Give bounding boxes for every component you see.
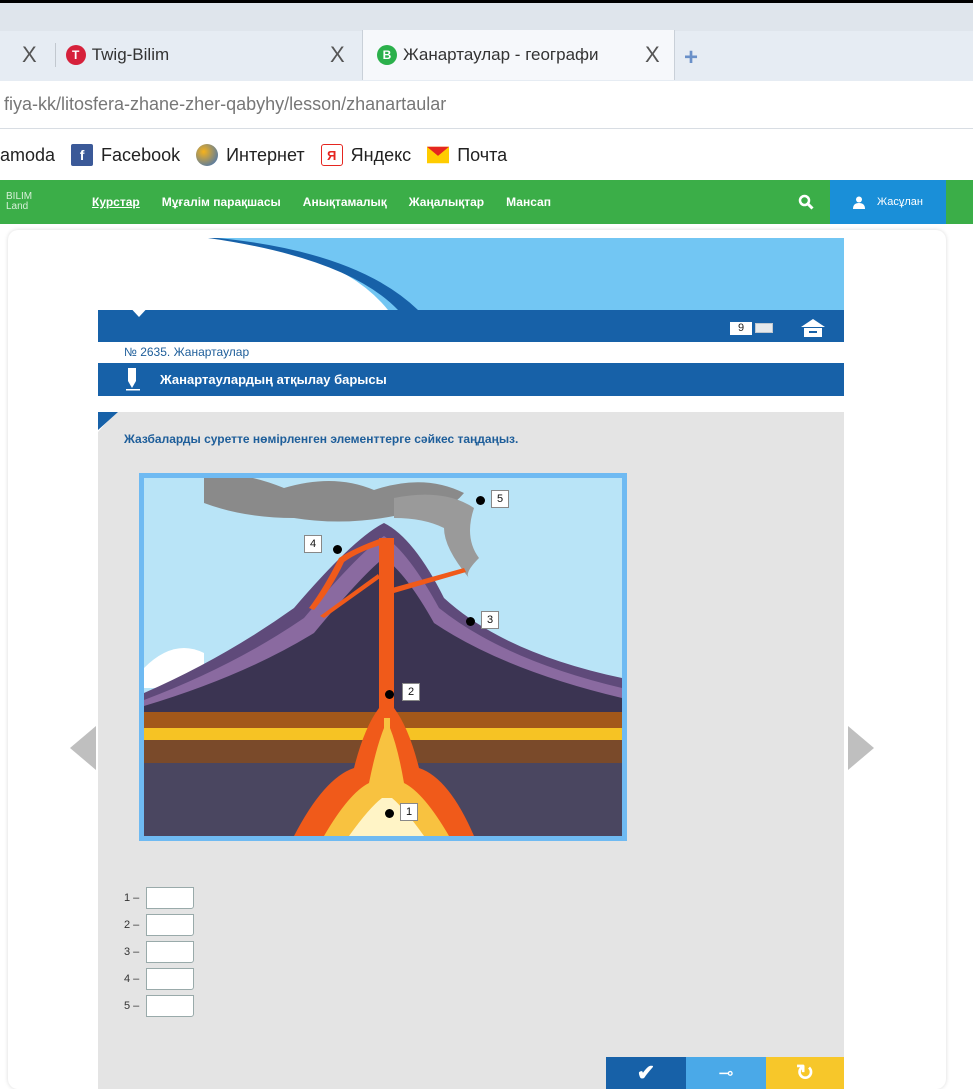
bilimland-logo[interactable]: BILIM Land <box>0 192 80 212</box>
nav-mansap[interactable]: Мансап <box>506 195 551 209</box>
close-icon[interactable]: X <box>645 42 660 68</box>
page-indicator: 9 <box>730 321 774 335</box>
show-answer-button[interactable]: ⊸ <box>686 1057 766 1089</box>
bilimland-favicon-icon: B <box>377 45 397 65</box>
lesson-number: № 2635. Жанартаулар <box>124 345 250 359</box>
answer-row: 2 – <box>124 911 194 938</box>
tab-label: Twig-Bilim <box>91 45 170 64</box>
yandex-icon: Я <box>320 144 343 166</box>
bookmark-label: Facebook <box>101 144 181 165</box>
close-icon[interactable]: X <box>330 42 345 68</box>
banner-notch-icon <box>126 303 152 317</box>
marker-dot <box>385 809 394 818</box>
answer-dropdown[interactable] <box>146 994 194 1017</box>
keyboard-icon[interactable] <box>755 323 773 333</box>
title-strip <box>0 3 973 31</box>
answer-row: 3 – <box>124 938 194 965</box>
answer-dropdown[interactable] <box>146 967 194 990</box>
bookmark-amoda[interactable]: amoda <box>0 145 55 166</box>
answer-dropdown[interactable] <box>146 913 194 936</box>
user-menu-button[interactable]: Жасұлан <box>830 180 946 224</box>
figure-label-3: 3 <box>481 611 499 629</box>
figure-label-2: 2 <box>402 683 420 701</box>
tab-zhanartaular[interactable]: B Жанартаулар - географи X <box>362 30 675 80</box>
marker-dot <box>476 496 485 505</box>
answer-row: 5 – <box>124 992 194 1019</box>
twig-favicon-icon: T <box>65 45 86 65</box>
marker-dot <box>333 545 342 554</box>
user-name: Жасұлан <box>876 196 923 208</box>
volcano-diagram: 1 2 3 4 5 <box>139 473 627 841</box>
volcano-illustration <box>144 478 622 836</box>
bookmark-internet[interactable]: Интернет <box>196 144 305 166</box>
tab-divider <box>54 43 56 67</box>
answer-row: 1 – <box>124 884 194 911</box>
search-icon[interactable] <box>786 180 826 224</box>
figure-label-1: 1 <box>400 803 418 821</box>
answer-dropdown[interactable] <box>146 886 194 909</box>
bookmark-facebook[interactable]: f Facebook <box>71 144 180 166</box>
reset-button[interactable]: ↻ <box>766 1057 844 1089</box>
nav-mugalim[interactable]: Мұғалім парақшасы <box>162 195 281 209</box>
answer-number: 1 – <box>124 891 140 904</box>
nav-zhanalyktar[interactable]: Жаңалықтар <box>409 195 484 209</box>
address-bar[interactable]: fiya-kk/litosfera-zhane-zher-qabyhy/less… <box>0 81 973 129</box>
answer-row: 4 – <box>124 965 194 992</box>
panel-corner-triangle <box>98 412 118 430</box>
topic-bar: Жанартаулардың атқылау барысы <box>98 363 844 396</box>
answer-number: 5 – <box>124 999 140 1012</box>
previous-slide-button[interactable] <box>70 726 96 770</box>
next-slide-button[interactable] <box>848 726 874 770</box>
refresh-icon: ↻ <box>795 1060 815 1085</box>
url-text: fiya-kk/litosfera-zhane-zher-qabyhy/less… <box>4 94 447 114</box>
check-answer-button[interactable]: ✔ <box>606 1057 686 1089</box>
logo-line: Land <box>6 201 29 212</box>
figure-label-4: 4 <box>304 535 322 553</box>
tab-twig-bilim[interactable]: X T Twig-Bilim X <box>0 30 358 80</box>
check-icon: ✔ <box>636 1060 656 1085</box>
page-number: 9 <box>730 321 752 335</box>
nav-anyktamalyk[interactable]: Анықтамалық <box>303 195 387 209</box>
answer-dropdown[interactable] <box>146 940 194 963</box>
figure-label-5: 5 <box>491 490 509 508</box>
facebook-icon: f <box>71 144 94 166</box>
pencil-icon <box>126 368 140 391</box>
home-icon[interactable] <box>800 318 826 338</box>
task-instruction: Жазбаларды суретте нөмірленген элементте… <box>124 432 519 446</box>
answer-number: 3 – <box>124 945 140 958</box>
bookmark-label: amoda <box>0 144 56 165</box>
key-icon: ⊸ <box>718 1062 734 1083</box>
bookmark-pochta[interactable]: Почта <box>427 144 507 166</box>
site-navbar: BILIM Land Курстар Мұғалім парақшасы Аны… <box>0 180 973 224</box>
globe-icon <box>196 144 219 166</box>
topic-title: Жанартаулардың атқылау барысы <box>160 372 387 387</box>
answer-number: 2 – <box>124 918 140 931</box>
tab-label: Жанартаулар - географи <box>403 45 599 64</box>
marker-dot <box>466 617 475 626</box>
close-icon[interactable]: X <box>22 42 37 68</box>
mail-icon <box>427 144 450 166</box>
answer-list: 1 – 2 – 3 – 4 – 5 – <box>124 884 194 1019</box>
nav-kurstar[interactable]: Курстар <box>92 195 140 209</box>
bookmark-yandex[interactable]: Я Яндекс <box>320 144 412 166</box>
answer-number: 4 – <box>124 972 140 985</box>
bookmark-label: Почта <box>457 144 508 165</box>
bookmarks-bar: amoda f Facebook Интернет Я Яндекс Почта <box>0 130 973 180</box>
user-icon <box>852 196 865 209</box>
marker-dot <box>385 690 394 699</box>
bookmark-label: Яндекс <box>350 144 412 165</box>
bookmark-label: Интернет <box>226 144 305 165</box>
new-tab-button[interactable]: + <box>684 44 698 72</box>
